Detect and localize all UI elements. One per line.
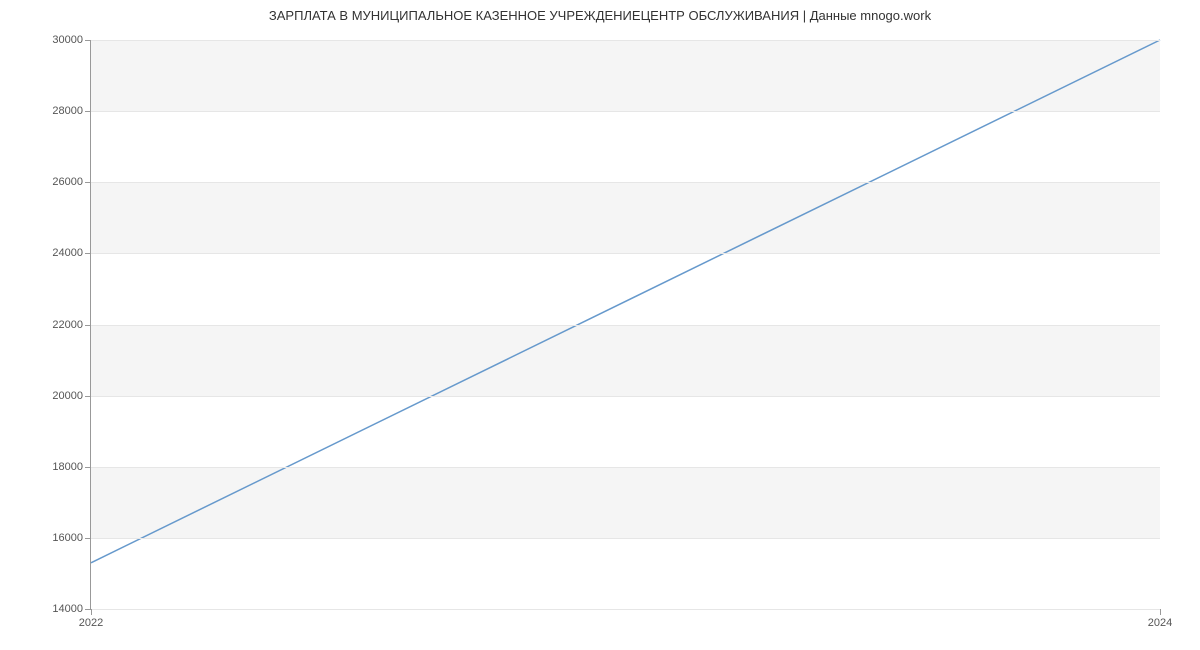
y-tick-label: 18000: [52, 461, 91, 473]
y-grid-line: [91, 396, 1160, 397]
y-tick-label: 28000: [52, 105, 91, 117]
y-tick-label: 16000: [52, 532, 91, 544]
y-tick-label: 26000: [52, 176, 91, 188]
y-tick-label: 30000: [52, 34, 91, 46]
y-tick-label: 24000: [52, 247, 91, 259]
y-tick-label: 20000: [52, 390, 91, 402]
y-grid-line: [91, 111, 1160, 112]
y-grid-line: [91, 253, 1160, 254]
y-grid-line: [91, 40, 1160, 41]
chart-container: ЗАРПЛАТА В МУНИЦИПАЛЬНОЕ КАЗЕННОЕ УЧРЕЖД…: [0, 0, 1200, 650]
y-grid-line: [91, 538, 1160, 539]
y-grid-line: [91, 609, 1160, 610]
y-grid-line: [91, 467, 1160, 468]
y-grid-line: [91, 325, 1160, 326]
y-tick-label: 22000: [52, 319, 91, 331]
y-grid-line: [91, 182, 1160, 183]
x-tick-label: 2022: [79, 609, 103, 629]
plot-area: 1400016000180002000022000240002600028000…: [90, 40, 1160, 610]
chart-title: ЗАРПЛАТА В МУНИЦИПАЛЬНОЕ КАЗЕННОЕ УЧРЕЖД…: [0, 8, 1200, 23]
x-tick-label: 2024: [1148, 609, 1172, 629]
series-line: [91, 40, 1160, 563]
